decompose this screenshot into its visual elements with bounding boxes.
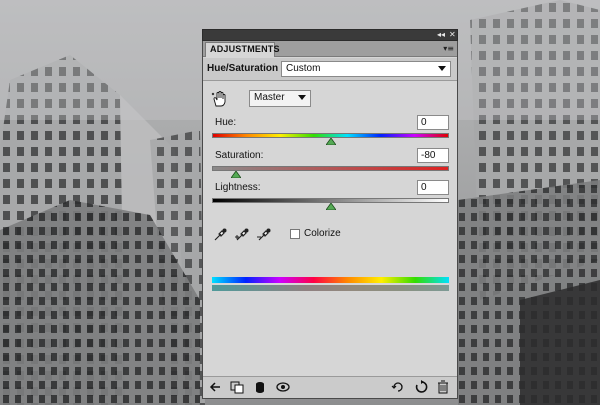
clip-to-layer-icon[interactable] <box>230 380 244 394</box>
channel-value: Master <box>254 92 285 103</box>
panel-footer <box>203 376 457 398</box>
back-arrow-icon[interactable] <box>208 380 222 394</box>
eyedropper-icon[interactable] <box>212 227 228 243</box>
saturation-slider-thumb[interactable] <box>230 171 241 178</box>
saturation-label: Saturation: <box>215 150 264 161</box>
refresh-icon[interactable] <box>414 380 428 394</box>
colorize-label: Colorize <box>304 228 341 239</box>
close-icon[interactable]: ✕ <box>449 30 456 40</box>
panel-menu-icon[interactable]: ▾≡ <box>443 43 454 54</box>
adjustments-panel: ◂◂ ✕ ADJUSTMENTS ▾≡ Hue/Saturation Custo… <box>202 29 458 399</box>
view-previous-state-icon[interactable] <box>276 380 290 394</box>
lightness-label: Lightness: <box>215 182 261 193</box>
chevron-down-icon <box>298 95 306 100</box>
hue-label: Hue: <box>215 117 237 128</box>
output-color-range-bar <box>212 285 449 291</box>
panel-title-strip: ◂◂ ✕ <box>202 29 458 41</box>
visibility-icon[interactable] <box>253 380 267 394</box>
panel-tab-row: ADJUSTMENTS ▾≡ <box>203 41 457 57</box>
preset-select[interactable]: Custom <box>281 61 451 77</box>
adjustment-title: Hue/Saturation <box>207 63 279 74</box>
lightness-slider-thumb[interactable] <box>325 203 336 210</box>
input-color-range-bar <box>212 277 449 283</box>
on-image-adjust-hand-icon[interactable] <box>211 90 229 108</box>
hue-slider-thumb[interactable] <box>325 138 336 145</box>
saturation-slider-track[interactable] <box>212 166 449 171</box>
eyedropper-subtract-icon[interactable] <box>256 227 272 243</box>
colorize-checkbox[interactable] <box>290 229 300 239</box>
lightness-field[interactable]: 0 <box>417 180 449 195</box>
chevron-down-icon <box>438 66 446 71</box>
preset-value: Custom <box>286 63 321 74</box>
tab-adjustments[interactable]: ADJUSTMENTS <box>205 42 280 57</box>
collapse-icon[interactable]: ◂◂ <box>437 30 445 40</box>
reset-icon[interactable] <box>391 380 405 394</box>
delete-icon[interactable] <box>436 380 450 394</box>
hue-field[interactable]: 0 <box>417 115 449 130</box>
eyedropper-add-icon[interactable] <box>234 227 250 243</box>
adjustment-header: Hue/Saturation Custom <box>203 58 457 81</box>
channel-select[interactable]: Master <box>249 90 311 107</box>
saturation-field[interactable]: -80 <box>417 148 449 163</box>
